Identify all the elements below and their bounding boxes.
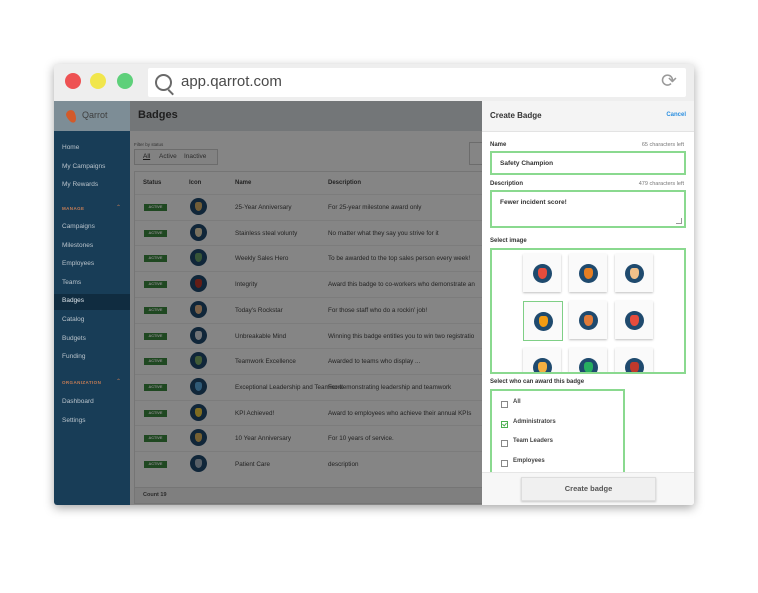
name-field[interactable]: Safety Champion (490, 151, 686, 175)
description-label: Description (490, 181, 524, 187)
browser-titlebar: app.qarrot.com ⟳ (54, 64, 694, 101)
image-option[interactable] (569, 254, 607, 292)
sidebar: Qarrot Home My Campaigns My Rewards MANAGE ⌃… (54, 101, 130, 505)
necktie-icon (625, 358, 644, 372)
image-option[interactable] (569, 348, 607, 372)
sidebar-item-budgets[interactable]: Budgets (54, 332, 130, 348)
award-permission-label: Select who can award this badge (490, 379, 585, 385)
sidebar-item-label: Milestones (62, 241, 94, 249)
chevron-up-icon[interactable]: ⌃ (116, 378, 121, 385)
shield-icon (533, 358, 552, 372)
sidebar-item-funding[interactable]: Funding (54, 350, 130, 366)
image-option[interactable] (615, 348, 653, 372)
carrot-logo-icon (64, 108, 79, 125)
sidebar-item-label: Budgets (62, 334, 86, 342)
sidebar-item-catalog[interactable]: Catalog (54, 313, 130, 329)
checkbox-administrators[interactable] (501, 420, 508, 428)
brand-name: Qarrot (82, 110, 108, 120)
theater-masks-icon (533, 264, 552, 283)
sidebar-item-label: Campaigns (62, 223, 95, 230)
app: Qarrot Home My Campaigns My Rewards MANAGE ⌃… (54, 101, 694, 505)
sidebar-item-label: Badges (62, 297, 85, 305)
checkbox-all[interactable] (501, 401, 508, 408)
search-icon (155, 74, 172, 91)
sidebar-item-label: Home (62, 144, 80, 151)
first-aid-kit-icon (625, 311, 644, 330)
close-window-button[interactable] (65, 73, 81, 89)
sidebar-item-label: My Rewards (62, 181, 99, 188)
sidebar-item-teams[interactable]: Teams (54, 276, 130, 292)
sidebar-item-campaigns[interactable]: Campaigns (54, 220, 130, 236)
sidebar-item-label: Catalog (62, 316, 85, 323)
sidebar-item-label: Settings (62, 416, 86, 424)
award-option-label: All (513, 399, 521, 405)
minimize-window-button[interactable] (90, 73, 106, 89)
section-organization: ORGANIZATION (62, 380, 102, 385)
select-image-label: Select image (490, 238, 527, 244)
checkbox-employees[interactable] (501, 459, 508, 467)
sidebar-item-my-rewards[interactable]: My Rewards (54, 178, 130, 194)
section-manage: MANAGE (62, 206, 85, 211)
description-value: Fewer incident score! (500, 199, 567, 206)
panel-header: Create Badge Cancel (482, 101, 694, 132)
image-option[interactable] (615, 254, 653, 292)
create-badge-panel: Create Badge Cancel Name 65 characters l… (482, 101, 694, 505)
hardhat-icon (579, 358, 598, 372)
sidebar-item-dashboard[interactable]: Dashboard (54, 395, 130, 411)
sidebar-item-my-campaigns[interactable]: My Campaigns (54, 160, 130, 176)
sidebar-item-label: Teams (62, 278, 82, 286)
award-permission-list: All Administrators Team Leaders Employees (490, 389, 625, 475)
image-option[interactable] (615, 301, 653, 339)
sidebar-item-employees[interactable]: Employees (54, 257, 130, 273)
description-chars-left: 479 characters left (638, 181, 684, 187)
maximize-window-button[interactable] (117, 73, 133, 89)
image-option[interactable] (523, 348, 561, 372)
briefcase-icon (579, 264, 598, 283)
browser-window: app.qarrot.com ⟳ Qarrot Home My Campaigns… (54, 64, 694, 505)
panel-footer: Create badge (482, 472, 694, 505)
image-picker (490, 248, 686, 374)
description-field[interactable]: Fewer incident score! (490, 190, 686, 228)
url-text: app.qarrot.com (181, 73, 282, 90)
sidebar-item-milestones[interactable]: Milestones (54, 239, 130, 255)
award-option-label: Team Leaders (513, 438, 553, 444)
sidebar-item-label: My Campaigns (62, 162, 106, 170)
traffic-cone-icon (534, 312, 553, 331)
image-option[interactable] (569, 301, 607, 339)
sidebar-item-label: Dashboard (62, 398, 94, 405)
checkbox-team-leaders[interactable] (501, 440, 508, 447)
cancel-button[interactable]: Cancel (666, 112, 686, 118)
resize-handle[interactable] (676, 218, 682, 224)
brand-logo[interactable]: Qarrot (54, 101, 130, 131)
main-content: Badges Filter by status All Active Inact… (130, 101, 558, 505)
panel-title: Create Badge (490, 111, 542, 120)
sidebar-item-label: Funding (62, 353, 86, 361)
sidebar-item-home[interactable]: Home (54, 141, 130, 157)
sidebar-item-settings[interactable]: Settings (54, 414, 130, 430)
name-label: Name (490, 142, 507, 148)
address-bar[interactable]: app.qarrot.com ⟳ (148, 68, 686, 97)
name-chars-left: 65 characters left (641, 142, 684, 148)
name-value: Safety Champion (500, 160, 554, 167)
award-option-label: Administrators (513, 418, 556, 425)
sidebar-item-label: Employees (62, 260, 95, 268)
sidebar-item-badges[interactable]: Badges (54, 294, 130, 311)
image-option[interactable] (523, 254, 561, 292)
reload-icon[interactable]: ⟳ (660, 72, 678, 91)
peace-hand-icon (625, 264, 644, 283)
award-option-label: Employees (513, 457, 545, 464)
umbrella-icon (579, 311, 598, 330)
create-badge-button[interactable]: Create badge (521, 477, 656, 501)
image-option[interactable] (523, 301, 563, 341)
chevron-up-icon[interactable]: ⌃ (116, 204, 121, 211)
